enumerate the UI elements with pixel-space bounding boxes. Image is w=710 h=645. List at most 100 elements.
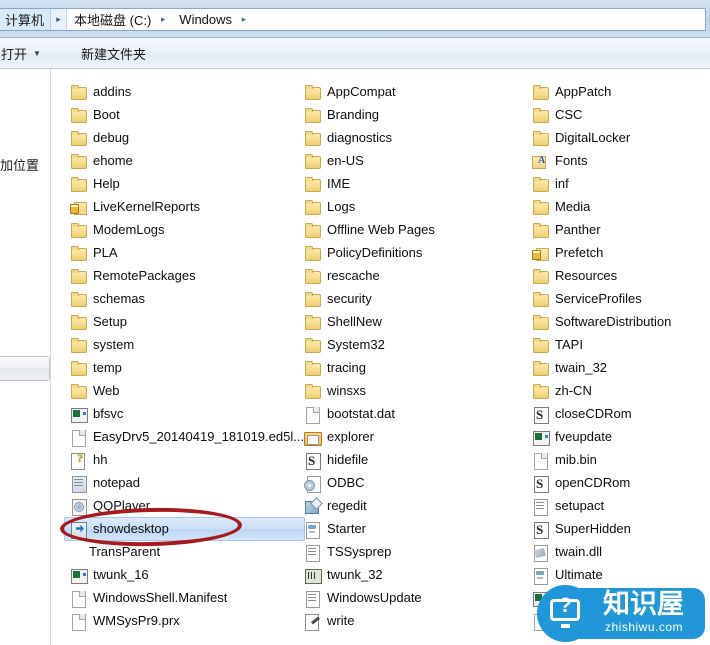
folder-icon (304, 360, 321, 376)
breadcrumb-item-windows[interactable]: Windows (172, 12, 235, 27)
file-list-item[interactable]: Setup (58, 310, 303, 333)
file-list-item[interactable]: twain_32 (520, 356, 710, 379)
file-list-item[interactable]: WindowsUpdate (292, 586, 524, 609)
chevron-right-icon[interactable]: ▸ (154, 14, 172, 25)
showdesktop-icon (70, 521, 87, 539)
text-icon (532, 498, 549, 516)
file-list-item[interactable]: system (58, 333, 303, 356)
file-list-item[interactable]: security (292, 287, 524, 310)
file-list-item[interactable]: Panther (520, 218, 710, 241)
file-list-item[interactable]: Resources (520, 264, 710, 287)
file-list-item[interactable]: System32 (292, 333, 524, 356)
file-list-item[interactable]: openCDRom (520, 471, 710, 494)
file-list-item[interactable]: bootstat.dat (292, 402, 524, 425)
breadcrumb-item-drive[interactable]: 本地磁盘 (C:) (67, 10, 154, 29)
file-list-item[interactable]: regedit (292, 494, 524, 517)
file-list-item-label: Media (555, 199, 591, 214)
file-list-item[interactable]: Web (58, 379, 303, 402)
file-list-item[interactable]: Ultimate (520, 563, 710, 586)
open-button[interactable]: 打开 ▼ (0, 41, 48, 65)
file-list-item[interactable]: TSSysprep (292, 540, 524, 563)
file-list-item-label: EasyDrv5_20140419_181019.ed5l... (93, 429, 303, 444)
file-list-item[interactable]: hidefile (292, 448, 524, 471)
file-list-item[interactable]: ModemLogs (58, 218, 303, 241)
file-list-item[interactable]: bfsvc (58, 402, 303, 425)
file-list-item[interactable]: SoftwareDistribution (520, 310, 710, 333)
file-list-item[interactable]: ServiceProfiles (520, 287, 710, 310)
file-list-item[interactable]: twain.dll (520, 540, 710, 563)
file-list-item[interactable]: notepad (58, 471, 303, 494)
file-list-item[interactable]: mib.bin (520, 448, 710, 471)
file-list-item-label: TAPI (555, 337, 583, 352)
file-list-item[interactable]: debug (58, 126, 303, 149)
file-list-item[interactable]: PolicyDefinitions (292, 241, 524, 264)
file-list-item[interactable]: AppPatch (520, 80, 710, 103)
file-list-item[interactable]: Branding (292, 103, 524, 126)
file-list-item[interactable]: QQPlayer (58, 494, 303, 517)
file-list-item[interactable]: ShellNew (292, 310, 524, 333)
nav-pane-button[interactable] (0, 356, 50, 381)
file-list-item[interactable]: Fonts (520, 149, 710, 172)
file-list-item[interactable]: RemotePackages (58, 264, 303, 287)
file-list-item[interactable]: winsxs (292, 379, 524, 402)
file-list-item[interactable]: PLA (58, 241, 303, 264)
folder-icon (304, 199, 321, 215)
chevron-right-icon[interactable]: ▸ (235, 14, 253, 25)
file-list-item[interactable]: Media (520, 195, 710, 218)
breadcrumb[interactable]: 计算机 ▸ 本地磁盘 (C:) ▸ Windows ▸ (0, 8, 706, 31)
file-list-item[interactable]: rescache (292, 264, 524, 287)
file-list-item[interactable]: fveupdate (520, 425, 710, 448)
file-list-item[interactable]: showdesktop (58, 517, 305, 541)
new-folder-button[interactable]: 新建文件夹 (74, 41, 153, 65)
file-list-item[interactable]: SuperHidden (520, 517, 710, 540)
file-list-item[interactable]: addins (58, 80, 303, 103)
file-list-pane[interactable]: addins Boot debug ehome Help LiveKernelReport… (52, 69, 710, 645)
file-list-item[interactable]: tracing (292, 356, 524, 379)
file-list-item[interactable]: hh (58, 448, 303, 471)
file-list-item[interactable]: Offline Web Pages (292, 218, 524, 241)
file-list-item[interactable]: Help (58, 172, 303, 195)
doc-icon (532, 452, 549, 470)
nav-clipped-label[interactable]: 加位置 (0, 155, 39, 174)
file-list-item[interactable]: zh-CN (520, 379, 710, 402)
script-icon (532, 521, 549, 539)
folder-lock-icon (532, 245, 549, 261)
file-list-item[interactable]: CSC (520, 103, 710, 126)
file-list-item-label: en-US (327, 153, 364, 168)
file-list-item[interactable]: TAPI (520, 333, 710, 356)
file-list-item[interactable]: DigitalLocker (520, 126, 710, 149)
chevron-right-icon[interactable]: ▸ (51, 9, 68, 30)
file-list-item[interactable]: en-US (292, 149, 524, 172)
file-list-item-label: Fonts (555, 153, 588, 168)
file-list-item[interactable]: twunk_16 (58, 563, 303, 586)
file-list-item[interactable]: LiveKernelReports (58, 195, 303, 218)
file-list-item[interactable]: WMSysPr9.prx (58, 609, 303, 632)
file-list-item-label: RemotePackages (93, 268, 196, 283)
breadcrumb-root[interactable]: 计算机 (0, 9, 52, 30)
file-list-item-label: PLA (93, 245, 118, 260)
file-list-item[interactable]: closeCDRom (520, 402, 710, 425)
file-list-item[interactable]: WindowsShell.Manifest (58, 586, 303, 609)
file-list-item[interactable]: IME (292, 172, 524, 195)
file-list-item[interactable]: ODBC (292, 471, 524, 494)
file-list-item[interactable]: Logs (292, 195, 524, 218)
file-list-item[interactable]: write (292, 609, 524, 632)
file-list-item[interactable]: Boot (58, 103, 303, 126)
file-list-item[interactable]: Prefetch (520, 241, 710, 264)
file-list-item[interactable]: twunk_32 (292, 563, 524, 586)
file-list-item[interactable]: temp (58, 356, 303, 379)
chevron-down-icon[interactable]: ▼ (33, 49, 41, 58)
file-list-item[interactable]: AppCompat (292, 80, 524, 103)
file-list-item[interactable]: schemas (58, 287, 303, 310)
file-list-item[interactable]: setupact (520, 494, 710, 517)
file-list-item-label: AppCompat (327, 84, 396, 99)
folder-icon (70, 291, 87, 307)
file-list-item[interactable]: inf (520, 172, 710, 195)
file-list-item[interactable]: explorer (292, 425, 524, 448)
file-list-item-label: TransParent (89, 544, 161, 559)
file-list-item[interactable]: TransParent (58, 540, 303, 563)
file-list-item[interactable]: diagnostics (292, 126, 524, 149)
file-list-item[interactable]: Starter (292, 517, 524, 540)
file-list-item[interactable]: ehome (58, 149, 303, 172)
file-list-item[interactable]: EasyDrv5_20140419_181019.ed5l... (58, 425, 303, 448)
